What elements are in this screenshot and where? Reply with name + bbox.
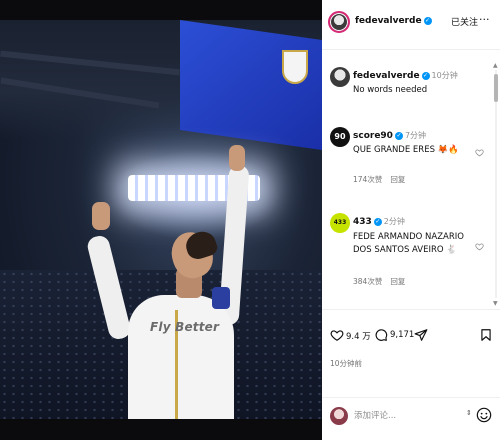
comments-count[interactable]: 9,171	[390, 330, 414, 340]
comment-like-count[interactable]: 384次赞	[353, 277, 382, 286]
caption-time: 10分钟	[431, 71, 458, 80]
player-right-fist	[229, 145, 245, 171]
post-timestamp: 10分钟前	[330, 359, 363, 368]
scroll-down-arrow-icon[interactable]: ▼	[493, 300, 498, 307]
captain-armband	[212, 287, 230, 309]
likes-count[interactable]: 9.4 万	[346, 330, 371, 342]
post-photo[interactable]: Fly Better	[0, 20, 322, 419]
commenter-username[interactable]: 433 ✓ 2分钟	[353, 216, 405, 227]
current-user-avatar	[330, 407, 348, 425]
instagram-post-modal: Fly Better fedevalverde ✓ 已关注 ··· fedeval…	[0, 0, 500, 440]
player-figure: Fly Better	[0, 20, 322, 419]
post-actions: 9.4 万 9,171 10分钟前	[322, 309, 500, 397]
comment-text: QUE GRANDE ERES 🦊🔥	[353, 145, 459, 155]
comment-like-heart-icon[interactable]	[475, 242, 484, 251]
commenter-avatar[interactable]: 90	[330, 127, 350, 147]
comment-text: FEDE ARMANDO NAZARIO DOS SANTOS AVEIRO 🐇	[353, 232, 464, 255]
add-comment-bar: ⇕	[322, 397, 500, 440]
player-left-fist	[92, 202, 110, 230]
verified-badge-icon: ✓	[423, 17, 432, 25]
post-header: fedevalverde ✓ 已关注 ···	[322, 0, 500, 50]
add-comment-input[interactable]	[354, 408, 454, 424]
commenter-avatar[interactable]: 433	[330, 213, 350, 233]
more-options-icon[interactable]: ···	[479, 13, 490, 26]
comment-time: 2分钟	[383, 217, 405, 226]
caption-text: No words needed	[353, 85, 428, 95]
comment-time: 7分钟	[404, 131, 427, 140]
heart-icon[interactable]	[330, 328, 344, 342]
caption-username-text[interactable]: fedevalverde	[353, 71, 420, 81]
comment-like-heart-icon[interactable]	[475, 148, 484, 157]
scrollbar-track[interactable]	[495, 70, 497, 298]
shirt-sponsor-text: Fly Better	[150, 320, 220, 334]
scroll-up-arrow-icon[interactable]: ▲	[493, 62, 498, 69]
author-username-text[interactable]: fedevalverde	[355, 16, 422, 26]
scrollbar-thumb[interactable]	[494, 74, 498, 102]
speech-bubble-icon[interactable]	[374, 328, 388, 342]
expand-arrows-icon[interactable]: ⇕	[466, 409, 472, 417]
bottom-overlay-bar	[0, 419, 325, 440]
caption-username[interactable]: fedevalverde ✓ 10分钟	[353, 70, 458, 81]
commenter-username-text[interactable]: score90	[353, 131, 393, 141]
caption-item: fedevalverde ✓ 10分钟 No words needed	[322, 65, 492, 115]
following-button[interactable]: 已关注	[451, 15, 478, 28]
comments-list: fedevalverde ✓ 10分钟 No words needed 90 sco…	[322, 51, 500, 309]
smiley-icon[interactable]	[476, 407, 492, 423]
reply-button[interactable]: 回复	[390, 277, 405, 286]
verified-badge-icon: ✓	[394, 132, 403, 140]
reply-button[interactable]: 回复	[390, 175, 405, 184]
verified-badge-icon: ✓	[421, 72, 430, 80]
comment-meta: 174次赞 回复	[353, 174, 405, 185]
bookmark-icon[interactable]	[479, 328, 493, 342]
player-left-arm	[85, 233, 133, 342]
verified-badge-icon: ✓	[373, 218, 382, 226]
caption-author-avatar[interactable]	[330, 67, 350, 87]
player-shirt	[128, 295, 234, 419]
author-username[interactable]: fedevalverde ✓	[355, 16, 432, 26]
comment-item: 433 433 ✓ 2分钟 FEDE ARMANDO NAZARIO DOS SAN…	[322, 211, 492, 301]
post-side-panel: fedevalverde ✓ 已关注 ··· fedevalverde ✓ 10分钟 …	[322, 0, 500, 440]
commenter-username[interactable]: score90 ✓ 7分钟	[353, 130, 426, 141]
comment-like-count[interactable]: 174次赞	[353, 175, 382, 184]
paper-plane-icon[interactable]	[414, 328, 428, 342]
comment-meta: 384次赞 回复	[353, 276, 405, 287]
commenter-username-text[interactable]: 433	[353, 217, 372, 227]
author-avatar[interactable]	[328, 11, 350, 33]
comment-item: 90 score90 ✓ 7分钟 QUE GRANDE ERES 🦊🔥 174次赞回…	[322, 125, 492, 195]
comments-scrollbar[interactable]: ▲ ▼	[493, 62, 499, 307]
